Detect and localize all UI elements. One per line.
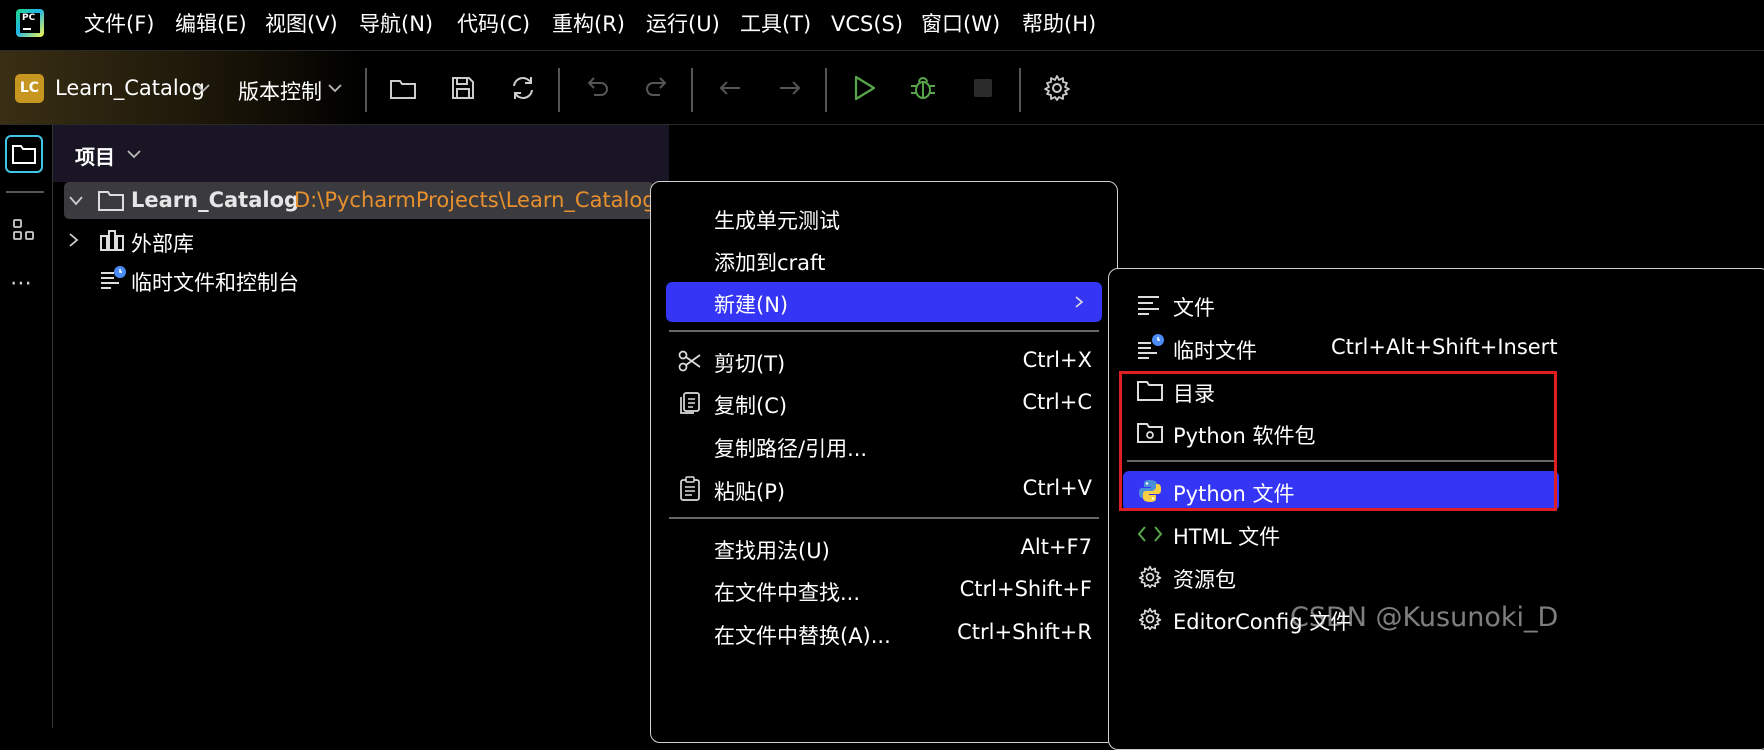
gear-icon [1138, 607, 1162, 631]
sub-separator [1127, 460, 1555, 462]
ctx-find-usages[interactable]: 查找用法(U) Alt+F7 [666, 528, 1102, 568]
chevron-down-icon[interactable] [68, 195, 84, 207]
toolbar-separator [691, 68, 693, 112]
ctx-generate-tests[interactable]: 生成单元测试 [666, 198, 1102, 238]
project-panel-header: 项目 [53, 125, 669, 182]
context-menu: 生成单元测试 添加到craft 新建(N) 剪切(T) Ctrl+X 复制(C)… [650, 181, 1118, 743]
menu-tools[interactable]: 工具(T) [740, 11, 811, 37]
ctx-separator [669, 517, 1099, 519]
package-folder-icon [1137, 423, 1163, 443]
menu-help[interactable]: 帮助(H) [1022, 11, 1096, 37]
chevron-right-icon [1075, 296, 1084, 308]
debug-bug-icon[interactable] [908, 73, 938, 103]
run-icon[interactable] [849, 73, 879, 103]
ctx-separator [669, 330, 1099, 332]
redo-icon[interactable] [642, 73, 672, 103]
chevron-down-icon[interactable] [196, 83, 210, 93]
new-submenu: 文件 临时文件 Ctrl+Alt+Shift+Insert 目录 Python … [1108, 268, 1764, 750]
menu-run[interactable]: 运行(U) [646, 11, 720, 37]
project-tool-button[interactable] [5, 135, 43, 173]
strip-separator [6, 191, 44, 193]
menu-vcs[interactable]: VCS(S) [831, 11, 903, 37]
panel-title[interactable]: 项目 [75, 141, 115, 170]
ctx-paste[interactable]: 粘贴(P) Ctrl+V [666, 469, 1102, 509]
sub-file[interactable]: 文件 [1123, 285, 1559, 325]
menu-navigate[interactable]: 导航(N) [359, 11, 433, 37]
project-badge: LC [15, 74, 44, 103]
chevron-down-icon[interactable] [127, 149, 141, 159]
back-arrow-icon[interactable] [715, 73, 745, 103]
toolbar-separator [825, 68, 827, 112]
ctx-replace-in-files[interactable]: 在文件中替换(A)... Ctrl+Shift+R [666, 613, 1102, 653]
open-folder-icon[interactable] [388, 73, 418, 103]
sub-python-package[interactable]: Python 软件包 [1123, 413, 1559, 453]
tree-row-root[interactable]: Learn_Catalog D:\PycharmProjects\Learn_C… [64, 182, 656, 219]
ctx-copy-path[interactable]: 复制路径/引用... [666, 426, 1102, 466]
scratch-file-icon [101, 266, 126, 289]
folder-icon [12, 145, 36, 164]
gear-icon [1138, 565, 1162, 589]
scissors-icon [678, 350, 701, 372]
vcs-selector[interactable]: 版本控制 [238, 76, 322, 106]
sub-resource-bundle[interactable]: 资源包 [1123, 557, 1559, 597]
ctx-cut[interactable]: 剪切(T) Ctrl+X [666, 341, 1102, 381]
more-tools-icon[interactable]: ⋯ [10, 271, 35, 296]
copy-icon [680, 392, 700, 414]
folder-icon [98, 191, 124, 211]
clipboard-icon [680, 476, 700, 501]
ctx-copy[interactable]: 复制(C) Ctrl+C [666, 383, 1102, 423]
gear-icon[interactable] [1042, 73, 1072, 103]
sync-icon[interactable] [508, 73, 538, 103]
ctx-new[interactable]: 新建(N) [666, 282, 1102, 322]
toolbar-separator [365, 68, 367, 112]
menu-edit[interactable]: 编辑(E) [175, 11, 247, 37]
menu-code[interactable]: 代码(C) [457, 11, 530, 37]
menu-bar: PC 文件(F) 编辑(E) 视图(V) 导航(N) 代码(C) 重构(R) 运… [0, 0, 1764, 51]
root-folder-name: Learn_Catalog [131, 188, 300, 212]
sub-directory[interactable]: 目录 [1123, 371, 1559, 411]
html-code-icon [1137, 526, 1163, 542]
ctx-find-in-files[interactable]: 在文件中查找... Ctrl+Shift+F [666, 570, 1102, 610]
sub-python-file[interactable]: Python 文件 [1123, 471, 1559, 511]
text-file-icon [1138, 296, 1159, 315]
chevron-down-icon[interactable] [328, 83, 342, 93]
menu-refactor[interactable]: 重构(R) [552, 11, 625, 37]
tree-row-scratches[interactable]: 临时文件和控制台 [64, 261, 654, 298]
tree-row-external-libs[interactable]: 外部库 [64, 222, 654, 259]
forward-arrow-icon[interactable] [775, 73, 805, 103]
project-selector[interactable]: Learn_Catalog [55, 76, 205, 100]
library-icon [100, 230, 124, 251]
folder-icon [1137, 381, 1163, 401]
menu-window[interactable]: 窗口(W) [921, 11, 1000, 37]
sub-html-file[interactable]: HTML 文件 [1123, 514, 1559, 554]
main-toolbar: LC Learn_Catalog 版本控制 [0, 51, 1764, 125]
pycharm-logo-icon: PC [16, 9, 44, 37]
root-folder-path: D:\PycharmProjects\Learn_Catalog [294, 188, 656, 212]
scratch-file-icon [1138, 334, 1164, 359]
stop-icon[interactable] [968, 73, 998, 103]
undo-icon[interactable] [582, 73, 612, 103]
watermark: CSDN @Kusunoki_D [1290, 602, 1559, 633]
tool-window-strip: ⋯ [0, 125, 53, 728]
scratches-label: 临时文件和控制台 [131, 271, 299, 295]
save-icon[interactable] [448, 73, 478, 103]
ctx-add-to-craft[interactable]: 添加到craft [666, 240, 1102, 280]
sub-scratch-file[interactable]: 临时文件 Ctrl+Alt+Shift+Insert [1123, 328, 1755, 368]
menu-view[interactable]: 视图(V) [265, 11, 338, 37]
toolbar-separator [558, 68, 560, 112]
menu-file[interactable]: 文件(F) [84, 11, 154, 37]
chevron-right-icon[interactable] [68, 232, 80, 248]
python-logo-icon [1139, 480, 1161, 502]
structure-icon[interactable] [12, 218, 36, 242]
external-libs-label: 外部库 [131, 232, 194, 256]
toolbar-separator [1019, 68, 1021, 112]
